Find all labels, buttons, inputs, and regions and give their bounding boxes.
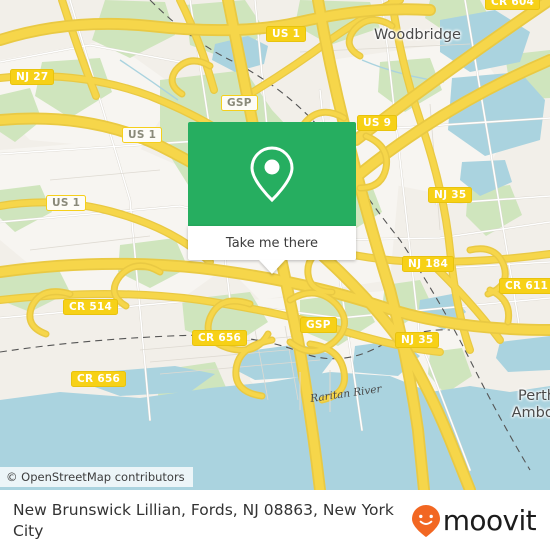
moovit-brand[interactable]: moovit xyxy=(411,504,537,538)
road-shield[interactable]: CR 656 xyxy=(192,330,248,346)
location-title: New Brunswick Lillian, Fords, NJ 08863, … xyxy=(13,501,394,540)
road-shield[interactable]: CR 604 xyxy=(485,0,541,10)
moovit-pin-logo xyxy=(411,505,440,537)
map-canvas[interactable]: .w { fill:#aad3df; } .pk { fill:#cfe5bd;… xyxy=(0,0,550,490)
road-shield[interactable]: CR 514 xyxy=(63,299,119,315)
road-shield[interactable]: US 1 xyxy=(266,26,307,42)
popup-tail xyxy=(259,260,285,274)
road-shield[interactable]: NJ 184 xyxy=(402,256,455,272)
road-shield[interactable]: NJ 35 xyxy=(428,187,473,203)
take-me-there-button[interactable]: Take me there xyxy=(188,226,356,260)
osm-attribution[interactable]: © OpenStreetMap contributors xyxy=(0,467,193,487)
road-shield[interactable]: NJ 35 xyxy=(395,332,440,348)
road-shield[interactable]: GSP xyxy=(300,317,337,333)
take-me-there-label: Take me there xyxy=(225,235,319,251)
road-shield[interactable]: NJ 27 xyxy=(10,69,55,85)
city-label-woodbridge: Woodbridge xyxy=(374,27,461,43)
road-shield[interactable]: CR 611 xyxy=(499,278,550,294)
map-screenshot: .w { fill:#aad3df; } .pk { fill:#cfe5bd;… xyxy=(0,0,550,550)
location-popup[interactable]: Take me there xyxy=(188,122,356,274)
footer-bar: New Brunswick Lillian, Fords, NJ 08863, … xyxy=(0,490,550,550)
road-shield[interactable]: US 9 xyxy=(357,115,398,131)
city-label-perth-amboy: Perth Amboy xyxy=(511,388,550,421)
road-shield[interactable]: US 1 xyxy=(46,195,87,211)
road-shield[interactable]: GSP xyxy=(221,95,258,111)
map-pin-icon xyxy=(250,146,294,203)
popup-header xyxy=(188,122,356,226)
moovit-wordmark: moovit xyxy=(442,504,537,537)
road-shield[interactable]: US 1 xyxy=(122,127,163,143)
road-shield[interactable]: CR 656 xyxy=(71,371,127,387)
